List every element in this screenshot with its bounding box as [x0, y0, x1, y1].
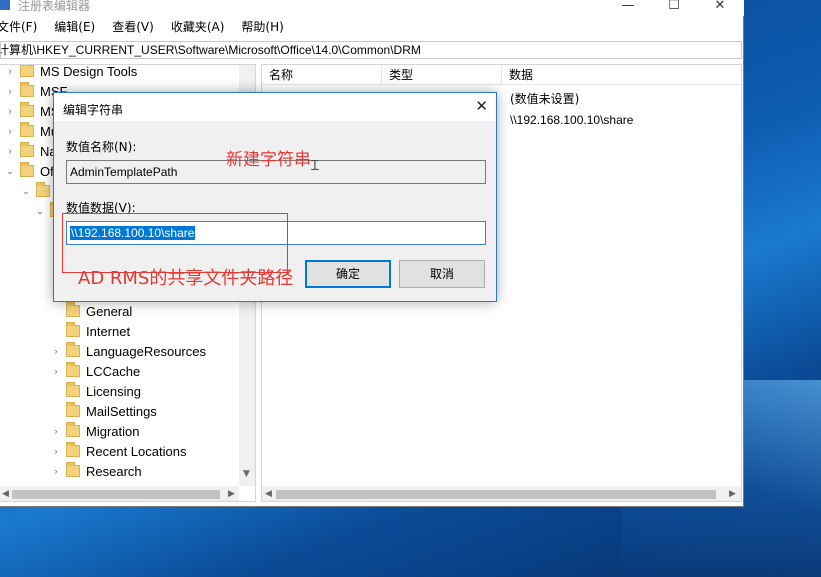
folder-icon	[66, 422, 80, 437]
folder-icon	[20, 65, 34, 77]
tree-item-label: Internet	[86, 323, 131, 339]
tree-item[interactable]: › Recent Locations	[50, 441, 186, 461]
column-name[interactable]: 名称	[262, 65, 382, 85]
list-row-data[interactable]: \\192.168.100.10\share	[510, 110, 633, 130]
tree-item-label: LCCache	[86, 363, 141, 379]
list-row-data[interactable]: (数值未设置)	[510, 89, 579, 109]
expand-chevron-icon[interactable]: ›	[50, 346, 62, 356]
ok-button[interactable]: 确定	[305, 260, 391, 288]
menu-favorites[interactable]: 收藏夹(A)	[171, 18, 230, 35]
folder-icon	[36, 182, 50, 197]
collapse-chevron-icon[interactable]: ⌄	[20, 186, 32, 197]
collapse-chevron-icon[interactable]: ⌄	[34, 206, 46, 217]
annotation-new-string: 新建字符串	[226, 150, 311, 170]
cancel-button[interactable]: 取消	[399, 260, 485, 288]
minimize-button[interactable]: —	[605, 0, 651, 16]
column-type[interactable]: 类型	[382, 65, 502, 85]
close-icon[interactable]: ✕	[475, 97, 488, 115]
regedit-icon	[0, 0, 10, 10]
window-title: 注册表编辑器	[18, 0, 91, 13]
scroll-right-arrow-icon[interactable]: ▶	[729, 489, 736, 499]
tree-item[interactable]: › LanguageResources	[50, 341, 206, 361]
dialog-title: 编辑字符串	[63, 103, 124, 117]
scroll-left-arrow-icon[interactable]: ◀	[265, 489, 272, 499]
dialog-title-bar[interactable]: 编辑字符串 ✕	[54, 93, 496, 121]
tree-horizontal-scrollbar[interactable]: ◀ ▶	[0, 486, 239, 501]
maximize-button[interactable]: ☐	[651, 0, 697, 16]
expand-chevron-icon[interactable]: ›	[4, 146, 16, 156]
folder-icon	[20, 102, 34, 117]
expand-chevron-icon[interactable]: ›	[4, 66, 16, 76]
scrollbar-thumb[interactable]	[12, 490, 220, 499]
folder-icon	[66, 342, 80, 357]
menu-help[interactable]: 帮助(H)	[241, 18, 288, 35]
tree-item-label: LanguageResources	[86, 343, 206, 359]
tree-item-label: MailSettings	[86, 403, 157, 419]
tree-item[interactable]: Licensing	[50, 381, 141, 401]
folder-icon	[66, 402, 80, 417]
menu-view[interactable]: 查看(V)	[112, 18, 159, 35]
expand-chevron-icon[interactable]: ›	[50, 366, 62, 376]
list-horizontal-scrollbar[interactable]: ◀ ▶	[262, 486, 741, 501]
scroll-right-arrow-icon[interactable]: ▶	[228, 489, 235, 499]
tree-item-label: Migration	[86, 423, 140, 439]
tree-item[interactable]: ⌄	[20, 181, 56, 201]
annotation-share-path: AD RMS的共享文件夹路径	[78, 268, 294, 289]
value-name-label: 数值名称(N):	[66, 140, 137, 154]
tree-item[interactable]: Internet	[50, 321, 130, 341]
folder-icon	[66, 462, 80, 477]
text-cursor-icon: Ɪ	[311, 158, 319, 174]
menu-file[interactable]: 文件(F)	[0, 18, 42, 35]
scrollbar-thumb[interactable]	[276, 490, 716, 499]
expand-chevron-icon[interactable]: ›	[4, 106, 16, 116]
close-button[interactable]: ✕	[697, 0, 743, 16]
expand-chevron-icon[interactable]: ›	[50, 426, 62, 436]
folder-icon	[66, 302, 80, 317]
address-bar[interactable]: 计算机\HKEY_CURRENT_USER\Software\Microsoft…	[0, 41, 742, 59]
folder-icon	[66, 322, 80, 337]
tree-item[interactable]: › LCCache	[50, 361, 140, 381]
folder-icon	[20, 122, 34, 137]
tree-item[interactable]: › Migration	[50, 421, 139, 441]
tree-item-label: General	[86, 303, 133, 319]
folder-icon	[20, 162, 34, 177]
collapse-chevron-icon[interactable]: ⌄	[4, 166, 16, 177]
folder-icon	[20, 82, 34, 97]
scroll-left-arrow-icon[interactable]: ◀	[2, 489, 9, 499]
column-data[interactable]: 数据	[502, 65, 741, 85]
expand-chevron-icon[interactable]: ›	[4, 126, 16, 136]
list-header: 名称 类型 数据	[262, 65, 741, 85]
menu-bar: 文件(F) 编辑(E) 查看(V) 收藏夹(A) 帮助(H)	[0, 16, 744, 36]
folder-icon	[66, 382, 80, 397]
expand-chevron-icon[interactable]: ›	[4, 86, 16, 96]
expand-chevron-icon[interactable]: ›	[50, 446, 62, 456]
tree-item[interactable]: › Research	[50, 461, 142, 481]
expand-chevron-icon[interactable]: ›	[50, 466, 62, 476]
folder-icon	[66, 442, 80, 457]
scroll-down-arrow-icon[interactable]: ▼	[243, 469, 250, 479]
folder-icon	[66, 362, 80, 377]
title-bar[interactable]: 注册表编辑器 — ☐ ✕	[0, 0, 744, 16]
tree-item-label: MS Design Tools	[40, 64, 138, 79]
address-path: 计算机\HKEY_CURRENT_USER\Software\Microsoft…	[0, 43, 421, 57]
tree-item-label: Recent Locations	[86, 443, 187, 459]
folder-icon	[20, 142, 34, 157]
tree-item-label: Research	[86, 463, 142, 479]
tree-item[interactable]: General	[50, 301, 132, 321]
menu-edit[interactable]: 编辑(E)	[54, 18, 100, 35]
tree-item[interactable]: MailSettings	[50, 401, 157, 421]
tree-item-label: Licensing	[86, 383, 141, 399]
tree-item[interactable]: › MS Design Tools	[4, 64, 138, 81]
